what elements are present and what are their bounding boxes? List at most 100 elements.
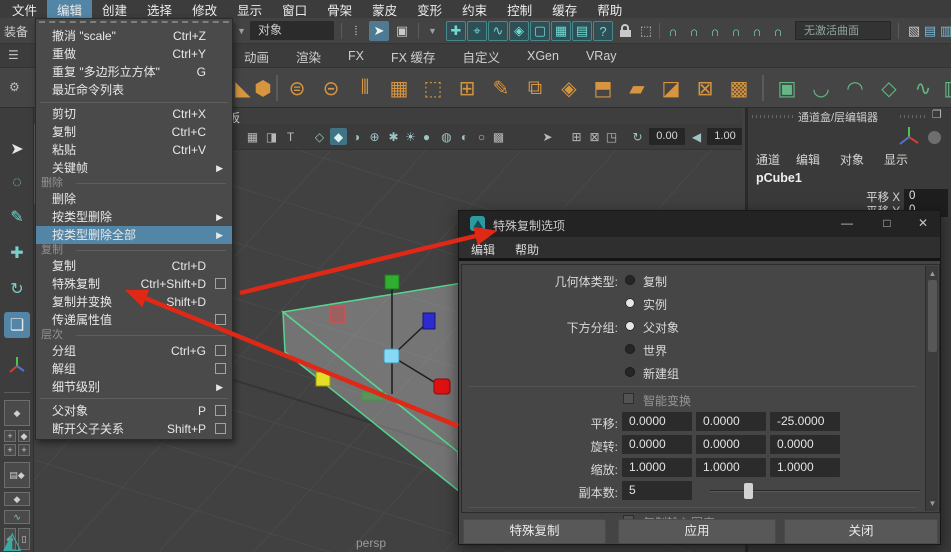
minimize-button[interactable]: — <box>833 216 861 234</box>
bridge-shelf-icon[interactable]: ▰ <box>622 73 652 103</box>
move-tool-icon[interactable]: ✚ <box>4 240 30 266</box>
menu-item-delete-by-type[interactable]: 按类型删除▶ <box>36 208 232 226</box>
make-live-icon[interactable]: ∩ <box>768 21 788 41</box>
select-tool-icon[interactable]: ➤ <box>4 136 30 162</box>
shelf-tab-custom[interactable]: 自定义 <box>462 47 500 66</box>
motion-blur-icon[interactable]: ● <box>418 128 435 145</box>
mask-expand-caret-icon[interactable]: ▼ <box>237 26 246 36</box>
shelf-tab-fx-caching[interactable]: FX 缓存 <box>391 47 435 66</box>
translate-x-field[interactable]: 0.0000 <box>622 412 692 431</box>
scale-y-field[interactable]: 1.0000 <box>696 458 766 477</box>
menu-skeleton[interactable]: 骨架 <box>317 0 362 20</box>
paint-select-tool-icon[interactable]: ✎ <box>4 204 30 230</box>
quad-draw-shelf-icon[interactable]: ◈ <box>554 73 584 103</box>
lasso-select-tool-icon[interactable]: ◌ <box>4 170 30 196</box>
mask-deformers-icon[interactable]: ▦ <box>551 21 571 41</box>
shelf-tab-xgen[interactable]: XGen <box>527 49 559 63</box>
select-object-icon[interactable]: ➤ <box>369 21 389 41</box>
exposure-field[interactable]: 0.00 <box>649 128 685 145</box>
menu-create[interactable]: 创建 <box>92 0 137 20</box>
shadows-icon[interactable]: ✱ <box>385 128 402 145</box>
mask-types-caret-icon[interactable]: ▼ <box>428 26 437 36</box>
group-new-group-radio[interactable] <box>625 367 635 377</box>
menu-item-cut[interactable]: 剪切Ctrl+X <box>36 105 232 123</box>
viewport-select-icon[interactable]: ➤ <box>539 128 556 145</box>
shelf-tab-fx[interactable]: FX <box>348 49 364 63</box>
snap-point-icon[interactable]: ∩ <box>705 21 725 41</box>
scrollbar-down-icon[interactable]: ▼ <box>926 499 939 508</box>
option-box-icon[interactable] <box>215 423 226 434</box>
flare-deform-shelf-icon[interactable]: ◠ <box>840 73 870 103</box>
menu-modify[interactable]: 修改 <box>182 0 227 20</box>
separate-shelf-icon[interactable]: ⊝ <box>316 73 346 103</box>
persp-outliner-layout-button[interactable]: ◆ <box>18 430 30 442</box>
menu-item-group[interactable]: 分组Ctrl+G <box>36 342 232 360</box>
menu-select[interactable]: 选择 <box>137 0 182 20</box>
menu-cache[interactable]: 缓存 <box>542 0 587 20</box>
isolate-select-icon[interactable]: ○ <box>473 128 490 145</box>
graph-editor-layout-button[interactable]: ∿ <box>4 510 30 524</box>
menu-item-ungroup[interactable]: 解组 <box>36 360 232 378</box>
workspace-selector[interactable]: 装备 <box>4 23 28 40</box>
2d-pan-zoom-icon[interactable]: T <box>282 128 299 145</box>
dialog-menu-help[interactable]: 帮助 <box>515 241 539 258</box>
xray-joints-icon[interactable]: ◐ <box>456 128 473 145</box>
bevel-shelf-icon[interactable]: ⬒ <box>588 73 618 103</box>
shelf-tab-rendering[interactable]: 渲染 <box>296 47 321 66</box>
mask-surfaces-icon[interactable]: ▢ <box>530 21 550 41</box>
geometry-copy-label[interactable]: 复制 <box>643 273 667 290</box>
scale-x-field[interactable]: 1.0000 <box>622 458 692 477</box>
menu-item-undo[interactable]: 撤消 "scale"Ctrl+Z <box>36 27 232 45</box>
rotate-y-field[interactable]: 0.0000 <box>696 435 766 454</box>
wave-deform-shelf-icon[interactable]: ∿ <box>908 73 938 103</box>
menu-item-copy[interactable]: 复制Ctrl+C <box>36 123 232 141</box>
xray-icon[interactable]: ◍ <box>438 128 455 145</box>
option-box-icon[interactable] <box>215 314 226 325</box>
menu-windows[interactable]: 窗口 <box>272 0 317 20</box>
extrude-shelf-icon[interactable]: ⧉ <box>520 73 550 103</box>
menu-item-transfer-attribute-values[interactable]: 传递属性值 <box>36 311 232 329</box>
channel-box-header[interactable]: 通道盒/层编辑器 ❐ <box>748 107 951 125</box>
smart-transform-checkbox[interactable] <box>623 393 634 404</box>
menu-skin[interactable]: 蒙皮 <box>362 0 407 20</box>
ambient-occlusion-icon[interactable]: ☀ <box>402 128 419 145</box>
render-sphere-icon[interactable] <box>928 131 941 144</box>
single-pane-layout-button[interactable]: ◆ <box>4 400 30 426</box>
menu-item-repeat[interactable]: 重复 "多边形立方体"G <box>36 63 232 81</box>
snap-projected-center-icon[interactable]: ∩ <box>726 21 746 41</box>
menu-item-delete-all-by-type[interactable]: 按类型删除全部▶ <box>36 226 232 244</box>
panel-popout-icon[interactable]: ❐ <box>932 108 942 121</box>
shaded-mode-icon[interactable]: ◆ <box>330 128 347 145</box>
fill-hole-shelf-icon[interactable]: ▩ <box>724 73 754 103</box>
menu-constrain[interactable]: 约束 <box>452 0 497 20</box>
menu-item-parent[interactable]: 父对象P <box>36 402 232 420</box>
cube-wire-shelf-icon[interactable]: ⬚ <box>418 73 448 103</box>
shelf-tab-vray[interactable]: VRay <box>586 49 617 63</box>
channel-box-object-name[interactable]: pCube1 <box>756 171 802 185</box>
copies-slider-track[interactable] <box>710 490 920 492</box>
menu-file[interactable]: 文件 <box>2 0 47 20</box>
menu-item-recent-commands[interactable]: 最近命令列表 <box>36 81 232 99</box>
channel-translate-x-value[interactable]: 0 <box>904 189 948 203</box>
scrollbar-thumb[interactable] <box>928 280 937 352</box>
menu-tearoff-handle[interactable] <box>39 21 229 26</box>
group-parent-label[interactable]: 父对象 <box>643 319 679 336</box>
apply-button[interactable]: 应用 <box>618 519 776 544</box>
hypershade-layout-button[interactable]: ◆ <box>4 492 30 506</box>
snap-grid-icon[interactable]: ∩ <box>663 21 683 41</box>
shelf-tab-animation[interactable]: 动画 <box>244 47 269 66</box>
wireframe-icon[interactable]: ◇ <box>311 128 328 145</box>
close-dialog-button[interactable]: 关闭 <box>784 519 938 544</box>
rotate-tool-icon[interactable]: ↻ <box>4 276 30 302</box>
shelf-gear-icon[interactable]: ⚙ <box>9 80 20 94</box>
channel-box-menu-channels[interactable]: 通道 <box>756 151 780 168</box>
select-hierarchy-icon[interactable]: ⦙ <box>346 21 366 41</box>
menu-item-redo[interactable]: 重做Ctrl+Y <box>36 45 232 63</box>
duplicate-special-apply-close-button[interactable]: 特殊复制 <box>463 519 606 544</box>
gamma-field[interactable]: 1.00 <box>707 128 742 145</box>
highlight-selection-icon[interactable]: ⬚ <box>636 21 656 41</box>
stereo-icon[interactable]: ⊠ <box>586 128 603 145</box>
outliner-persp-layout-button[interactable]: ▤◆ <box>4 462 30 488</box>
select-component-icon[interactable]: ▣ <box>392 21 412 41</box>
plugin-display-icon[interactable]: ▩ <box>490 128 507 145</box>
